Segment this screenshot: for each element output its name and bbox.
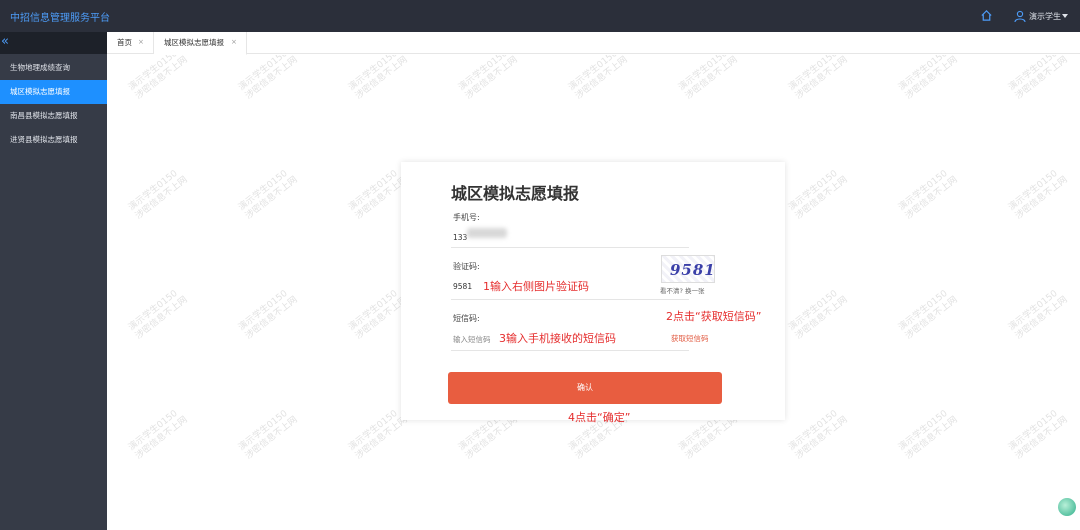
watermark: 演示学生0150涉密信息不上网: [787, 55, 850, 102]
sidebar-menu: 生物地理成绩查询 城区模拟志愿填报 南昌县模拟志愿填报 进贤县模拟志愿填报: [0, 56, 107, 152]
phone-field[interactable]: 133: [453, 233, 467, 242]
watermark: 演示学生0150涉密信息不上网: [237, 168, 300, 222]
watermark: 演示学生0150涉密信息不上网: [347, 55, 410, 102]
tab-home[interactable]: 首页 ×: [107, 32, 154, 54]
double-chevron-left-icon[interactable]: «: [1, 35, 9, 48]
sidebar: « 生物地理成绩查询 城区模拟志愿填报 南昌县模拟志愿填报 进贤县模拟志愿填报: [0, 32, 107, 530]
divider: [451, 350, 689, 351]
user-name[interactable]: 演示学生: [1029, 11, 1061, 22]
annotation-step1: 1输入右侧图片验证码: [483, 280, 589, 293]
watermark: 演示学生0150涉密信息不上网: [897, 288, 960, 342]
sidebar-item-nanchang-simulation[interactable]: 南昌县模拟志愿填报: [0, 104, 107, 128]
home-icon[interactable]: [980, 9, 993, 22]
watermark: 演示学生0150涉密信息不上网: [787, 288, 850, 342]
watermark: 演示学生0150涉密信息不上网: [787, 408, 850, 462]
divider: [451, 247, 689, 248]
annotation-step3: 3输入手机接收的短信码: [499, 332, 616, 345]
watermark: 演示学生0150涉密信息不上网: [457, 55, 520, 102]
top-bar: 中招信息管理服务平台 演示学生: [0, 0, 1080, 32]
watermark: 演示学生0150涉密信息不上网: [237, 55, 300, 102]
annotation-step4: 4点击“确定”: [568, 411, 631, 424]
sms-label: 短信码:: [453, 314, 480, 323]
sidebar-item-score-query[interactable]: 生物地理成绩查询: [0, 56, 107, 80]
chevron-down-icon[interactable]: [1062, 14, 1068, 18]
captcha-label: 验证码:: [453, 262, 480, 271]
close-icon[interactable]: ×: [138, 32, 144, 53]
watermark: 演示学生0150涉密信息不上网: [1007, 168, 1070, 222]
watermark: 演示学生0150涉密信息不上网: [787, 168, 850, 222]
watermark: 演示学生0150涉密信息不上网: [237, 408, 300, 462]
captcha-refresh-link[interactable]: 看不清? 换一张: [660, 285, 705, 295]
watermark: 演示学生0150涉密信息不上网: [1007, 55, 1070, 102]
redacted-phone: [467, 228, 507, 238]
watermark: 演示学生0150涉密信息不上网: [127, 168, 190, 222]
get-sms-code-button[interactable]: 获取短信码: [671, 333, 709, 344]
watermark: 演示学生0150涉密信息不上网: [897, 55, 960, 102]
assistant-icon[interactable]: [1058, 498, 1076, 516]
sms-input[interactable]: 输入短信码: [453, 334, 491, 345]
watermark: 演示学生0150涉密信息不上网: [127, 408, 190, 462]
main-content: 演示学生0150 涉密信息不上网 演示学生0150 涉密信息不上网 演示学生0150 涉密…: [107, 55, 1080, 530]
sidebar-collapse[interactable]: «: [0, 32, 107, 54]
tab-label: 城区模拟志愿填报: [164, 38, 224, 47]
phone-label: 手机号:: [453, 213, 480, 222]
captcha-image[interactable]: 9581: [661, 255, 715, 283]
watermark: 演示学生0150涉密信息不上网: [1007, 288, 1070, 342]
watermark: 演示学生0150涉密信息不上网: [1007, 408, 1070, 462]
confirm-button[interactable]: 确认: [448, 372, 722, 404]
page-title: 城区模拟志愿填报: [451, 184, 580, 203]
watermark: 演示学生0150涉密信息不上网: [897, 168, 960, 222]
watermark: 演示学生0150涉密信息不上网: [677, 55, 740, 102]
captcha-input[interactable]: 9581: [453, 282, 472, 291]
sidebar-item-jinxian-simulation[interactable]: 进贤县模拟志愿填报: [0, 128, 107, 152]
close-icon[interactable]: ×: [231, 32, 237, 53]
tab-city-simulation[interactable]: 城区模拟志愿填报 ×: [154, 32, 247, 55]
annotation-step2: 2点击“获取短信码”: [666, 310, 762, 323]
divider: [451, 299, 689, 300]
watermark: 演示学生0150涉密信息不上网: [567, 55, 630, 102]
tab-label: 首页: [117, 38, 132, 47]
watermark: 演示学生0150涉密信息不上网: [897, 408, 960, 462]
sidebar-item-city-simulation[interactable]: 城区模拟志愿填报: [0, 80, 107, 104]
user-icon: [1014, 10, 1026, 22]
captcha-image-text: 9581: [670, 261, 716, 279]
tab-bar: 首页 × 城区模拟志愿填报 ×: [107, 32, 1080, 55]
watermark: 演示学生0150涉密信息不上网: [127, 288, 190, 342]
watermark: 演示学生0150涉密信息不上网: [127, 55, 190, 102]
watermark: 演示学生0150涉密信息不上网: [237, 288, 300, 342]
app-title: 中招信息管理服务平台: [10, 13, 110, 24]
